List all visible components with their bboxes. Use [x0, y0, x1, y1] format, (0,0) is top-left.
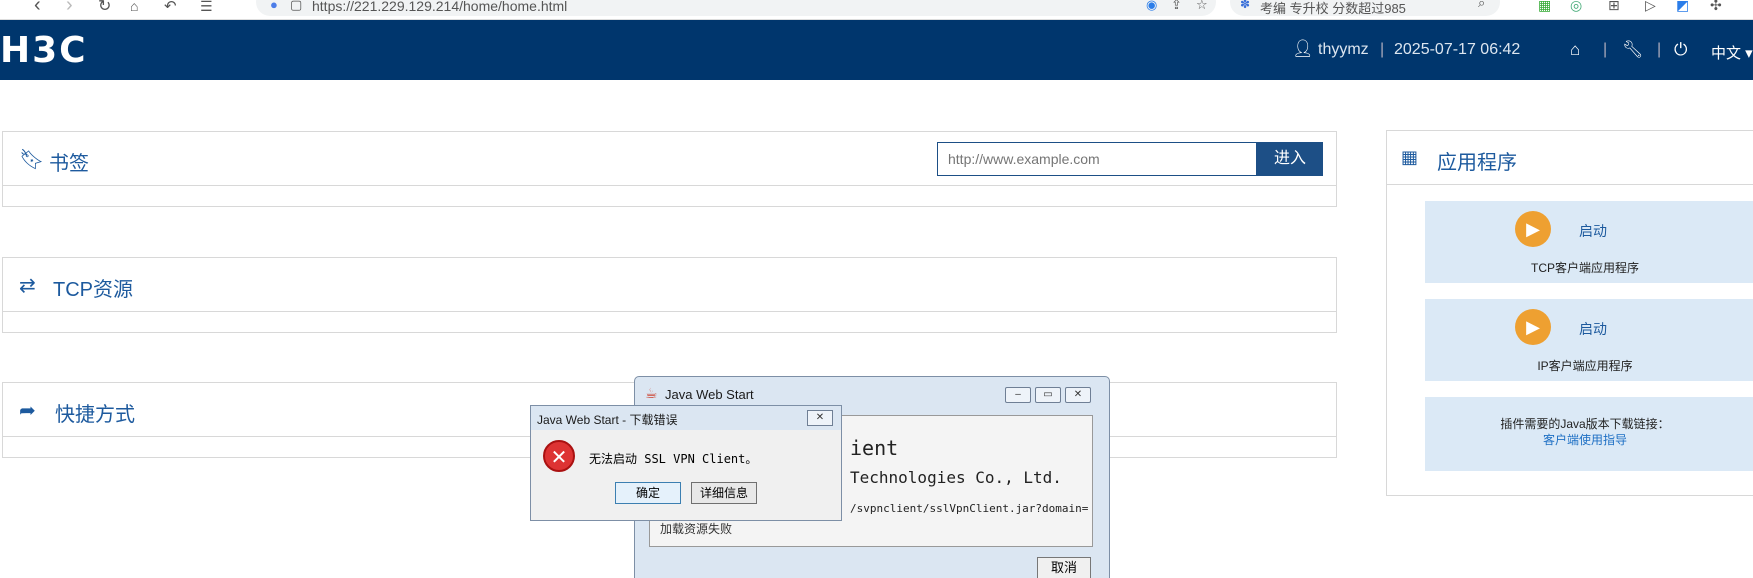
tcp-header: ⇄ TCP资源 — [3, 258, 1336, 312]
tcp-title: TCP资源 — [53, 279, 133, 301]
paw-icon: ✽ — [1240, 0, 1251, 11]
tcp-resources-panel: ⇄ TCP资源 — [2, 257, 1337, 333]
page-icon: ▢ — [290, 0, 303, 12]
cancel-button[interactable]: 取消 — [1037, 557, 1091, 578]
share-arrow-icon: ➦ — [19, 400, 36, 422]
site-icon: ● — [270, 0, 278, 12]
search-text: 考编 专升校 分数超过985 — [1260, 1, 1406, 16]
applications-header: ▦ 应用程序 — [1387, 131, 1753, 185]
reload-icon[interactable]: ↻ — [98, 0, 111, 16]
error-message: 无法启动 SSL VPN Client。 — [589, 452, 758, 466]
app-name: TCP客户端应用程序 — [1530, 261, 1639, 275]
translate-icon[interactable]: ◩ — [1676, 0, 1689, 14]
ok-button[interactable]: 确定 — [615, 482, 681, 504]
launch-button[interactable]: 启动 — [1579, 319, 1607, 339]
java-note: 插件需要的Java版本下载链接： — [1500, 417, 1670, 431]
h3c-logo: H3C — [0, 30, 88, 71]
header-separator: | — [1603, 41, 1608, 58]
bookmarks-title: 书签 — [49, 153, 89, 175]
wechat-icon[interactable]: ◎ — [1570, 0, 1582, 14]
play-icon[interactable]: ▶ — [1515, 211, 1551, 247]
close-button[interactable]: ✕ — [1065, 387, 1091, 403]
grid-icon: ▦ — [1401, 147, 1419, 167]
star-icon[interactable]: ☆ — [1196, 0, 1208, 13]
close-button[interactable]: ✕ — [807, 410, 833, 426]
jws-app-name: ient — [850, 436, 899, 460]
qr-icon[interactable]: ▦ — [1538, 0, 1551, 14]
back-icon[interactable]: ‹ — [34, 0, 41, 17]
download-error-dialog: Java Web Start - 下载错误 ✕ ✕ 无法启动 SSL VPN C… — [530, 405, 842, 521]
datetime: 2025-07-17 06:42 — [1394, 41, 1521, 58]
tcp-client-app-card: ▶ 启动 TCP客户端应用程序 — [1425, 201, 1753, 283]
ip-client-app-card: ▶ 启动 IP客户端应用程序 — [1425, 299, 1753, 381]
jws-status: 加载资源失败 — [660, 522, 733, 536]
bookmarks-panel: 🔖︎ 书签 进入 — [2, 131, 1337, 207]
undo-icon[interactable]: ↶ — [164, 0, 177, 15]
address-bar[interactable]: ● ▢ https://221.229.129.214/home/home.ht… — [256, 0, 1216, 16]
error-title: Java Web Start - 下载错误 — [537, 413, 678, 427]
enter-button[interactable]: 进入 — [1257, 142, 1323, 176]
exchange-icon: ⇄ — [19, 275, 36, 297]
edge-icon[interactable]: ◉ — [1146, 0, 1157, 13]
minimize-button[interactable]: – — [1005, 387, 1031, 403]
browser-toolbar: ‹ › ↻ ⌂ ↶ ☰ ● ▢ https://221.229.129.214/… — [0, 0, 1753, 20]
app-name: IP客户端应用程序 — [1537, 359, 1633, 373]
share-icon[interactable]: ⇪ — [1171, 0, 1182, 13]
maximize-button[interactable]: ▭ — [1035, 387, 1061, 403]
details-button[interactable]: 详细信息 — [691, 482, 757, 504]
bookmark-url-input[interactable] — [937, 142, 1257, 176]
media-icon[interactable]: ▷ — [1645, 0, 1656, 14]
user-icon: 👤︎ — [1292, 39, 1314, 58]
bookmarks-header: 🔖︎ 书签 进入 — [3, 132, 1336, 186]
address-text: https://221.229.129.214/home/home.html — [312, 0, 568, 14]
extensions-icon[interactable]: ✣ — [1710, 0, 1722, 14]
play-icon[interactable]: ▶ — [1515, 309, 1551, 345]
language-select[interactable]: 中文 ▾ — [1711, 42, 1753, 63]
username: thyymz — [1318, 41, 1369, 58]
shortcuts-title: 快捷方式 — [55, 404, 135, 426]
bookmarks-body — [3, 186, 1336, 206]
header-separator: | — [1657, 41, 1662, 58]
java-download-card: 插件需要的Java版本下载链接： 客户端使用指导 — [1425, 397, 1753, 471]
jws-url: /svpnclient/sslVpnClient.jar?domain= — [850, 502, 1089, 515]
applications-title: 应用程序 — [1437, 152, 1517, 174]
search-bar[interactable]: ✽ 考编 专升校 分数超过985 ⌕ — [1230, 0, 1500, 16]
applications-panel: ▦ 应用程序 ▶ 启动 TCP客户端应用程序 ▶ 启动 IP客户端应用程序 插件… — [1386, 130, 1753, 496]
search-icon[interactable]: ⌕ — [1478, 0, 1485, 11]
error-titlebar: Java Web Start - 下载错误 ✕ — [531, 406, 841, 430]
header-separator: | — [1380, 41, 1385, 58]
jws-vendor: Technologies Co., Ltd. — [850, 468, 1062, 487]
launch-button[interactable]: 启动 — [1579, 221, 1607, 241]
forward-icon[interactable]: › — [66, 0, 73, 17]
apps-grid-icon[interactable]: ⊞ — [1608, 0, 1620, 14]
home-icon[interactable]: ⌂ — [130, 0, 138, 14]
menu-icon[interactable]: ☰ — [200, 0, 213, 15]
home-icon[interactable]: ⌂ — [1570, 40, 1580, 60]
client-guide-link[interactable]: 客户端使用指导 — [1425, 431, 1745, 448]
bookmark-icon: 🔖︎ — [19, 149, 45, 171]
power-icon[interactable]: ⏻ — [1674, 40, 1687, 60]
tcp-body — [3, 312, 1336, 332]
wrench-icon[interactable]: 🔧︎ — [1622, 40, 1644, 60]
jws-title: Java Web Start — [665, 387, 754, 402]
java-icon: ☕︎ — [645, 385, 658, 401]
app-header: H3C 👤︎ thyymz | 2025-07-17 06:42 ⌂ | 🔧︎ … — [0, 20, 1753, 80]
language-label: 中文 — [1711, 45, 1742, 62]
error-icon: ✕ — [543, 440, 575, 472]
